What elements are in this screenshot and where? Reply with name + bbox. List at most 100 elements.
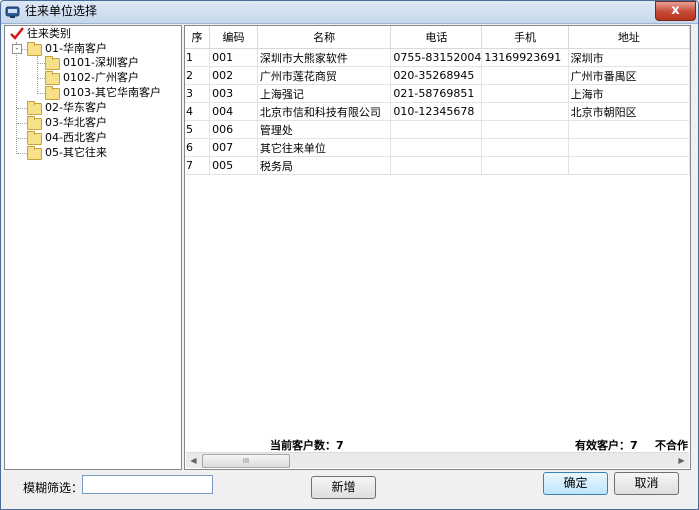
column-header-mobile[interactable]: 手机 xyxy=(481,26,569,49)
tree-connector xyxy=(17,153,27,154)
cell-mobile xyxy=(481,66,569,85)
category-tree[interactable]: 往来类别 - 01-华南客户 0101-深圳客户 0102-广州客户 0103-… xyxy=(4,25,182,470)
title-bar: 往来单位选择 x xyxy=(1,1,698,24)
cell-code: 007 xyxy=(209,138,258,157)
current-count-label: 当前客户数：7 xyxy=(270,439,344,452)
cell-name: 税务局 xyxy=(257,156,392,175)
cell-seq: 1 xyxy=(185,48,211,67)
tree-root[interactable]: 往来类别 xyxy=(27,27,71,41)
tree-connector xyxy=(38,93,45,94)
column-header-address[interactable]: 地址 xyxy=(568,26,690,49)
cell-code: 004 xyxy=(209,102,258,121)
window-title: 往来单位选择 xyxy=(25,4,98,18)
cell-address: 上海市 xyxy=(568,84,690,103)
fuzzy-filter-input[interactable] xyxy=(82,475,213,494)
table-row[interactable]: 4 004 北京市信和科技有限公司 010-12345678 北京市朝阳区 xyxy=(185,102,690,121)
cell-seq: 7 xyxy=(185,156,211,175)
table-row[interactable]: 1 001 深圳市大熊家软件 0755-83152004 13169923691 深圳市 xyxy=(185,48,690,67)
tree-item-northwest[interactable]: 04-西北客户 xyxy=(45,131,107,145)
cell-mobile xyxy=(481,156,569,175)
cell-name: 深圳市大熊家软件 xyxy=(257,48,392,67)
cell-address: 北京市朝阳区 xyxy=(568,102,690,121)
close-button[interactable]: x xyxy=(655,1,696,21)
cell-address xyxy=(568,138,690,157)
tree-item-other-south-china[interactable]: 0103-其它华南客户 xyxy=(63,86,161,100)
column-header-name[interactable]: 名称 xyxy=(257,26,392,49)
cell-phone: 0755-83152004 xyxy=(390,48,483,67)
folder-icon xyxy=(27,131,42,145)
collapse-expander-icon[interactable]: - xyxy=(12,44,22,54)
tree-connector xyxy=(17,123,27,124)
horizontal-scrollbar[interactable]: ◀ III ▶ xyxy=(186,452,689,468)
column-header-phone[interactable]: 电话 xyxy=(390,26,483,49)
cell-code: 003 xyxy=(209,84,258,103)
cell-mobile xyxy=(481,102,569,121)
cell-seq: 3 xyxy=(185,84,211,103)
cell-name: 北京市信和科技有限公司 xyxy=(257,102,392,121)
scroll-thumb[interactable]: III xyxy=(202,454,290,468)
customer-select-dialog: 往来单位选择 x 往来类别 - 01-华南客户 0101-深圳客户 0102-广… xyxy=(0,0,699,510)
filter-label: 模糊筛选： xyxy=(23,481,84,495)
cell-mobile: 13169923691 xyxy=(481,48,569,67)
folder-icon xyxy=(45,86,60,100)
table-row[interactable]: 6 007 其它往来单位 xyxy=(185,138,690,157)
folder-icon xyxy=(45,56,60,70)
folder-icon xyxy=(27,42,42,56)
customer-grid[interactable]: 序 编码 名称 电话 手机 地址 1 001 深圳市大熊家软件 0755-831520… xyxy=(184,25,691,470)
tree-item-east-china[interactable]: 02-华东客户 xyxy=(45,101,107,115)
customer-table: 序 编码 名称 电话 手机 地址 1 001 深圳市大熊家软件 0755-831520… xyxy=(185,26,690,175)
cell-seq: 2 xyxy=(185,66,211,85)
cell-phone xyxy=(390,120,483,139)
tree-connector xyxy=(17,138,27,139)
tree-connector xyxy=(17,108,27,109)
cell-code: 002 xyxy=(209,66,258,85)
ok-button[interactable]: 确定 xyxy=(543,472,608,495)
table-row[interactable]: 3 003 上海强记 021-58769851 上海市 xyxy=(185,84,690,103)
cell-mobile xyxy=(481,120,569,139)
tree-item-south-china[interactable]: 01-华南客户 xyxy=(45,42,107,56)
cell-code: 005 xyxy=(209,156,258,175)
cell-phone xyxy=(390,138,483,157)
cell-name: 上海强记 xyxy=(257,84,392,103)
valid-count-label: 有效客户：7 xyxy=(575,439,638,452)
column-header-seq[interactable]: 序 xyxy=(185,26,211,49)
cell-mobile xyxy=(481,138,569,157)
table-row[interactable]: 7 005 税务局 xyxy=(185,156,690,175)
app-icon xyxy=(5,6,20,18)
scroll-right-icon[interactable]: ▶ xyxy=(674,453,689,468)
table-row[interactable]: 2 002 广州市莲花商贸 020-35268945 广州市番禺区 xyxy=(185,66,690,85)
tree-connector xyxy=(37,56,38,94)
folder-icon xyxy=(27,116,42,130)
cell-phone xyxy=(390,156,483,175)
cell-seq: 4 xyxy=(185,102,211,121)
scroll-left-icon[interactable]: ◀ xyxy=(186,453,201,468)
tree-item-north-china[interactable]: 03-华北客户 xyxy=(45,116,107,130)
cell-name: 广州市莲花商贸 xyxy=(257,66,392,85)
folder-icon xyxy=(27,101,42,115)
cell-phone: 021-58769851 xyxy=(390,84,483,103)
tree-connector xyxy=(38,63,45,64)
table-header-row: 序 编码 名称 电话 手机 地址 xyxy=(185,26,690,49)
folder-icon xyxy=(27,146,42,160)
tree-item-guangzhou[interactable]: 0102-广州客户 xyxy=(63,71,139,85)
cell-seq: 5 xyxy=(185,120,211,139)
tree-item-shenzhen[interactable]: 0101-深圳客户 xyxy=(63,56,139,70)
tree-item-other-contacts[interactable]: 05-其它往来 xyxy=(45,146,107,160)
column-header-code[interactable]: 编码 xyxy=(209,26,258,49)
cell-seq: 6 xyxy=(185,138,211,157)
cell-address xyxy=(568,156,690,175)
table-row[interactable]: 5 006 管理处 xyxy=(185,120,690,139)
cell-address: 深圳市 xyxy=(568,48,690,67)
inactive-count-label: 不合作 xyxy=(655,439,688,452)
cancel-button[interactable]: 取消 xyxy=(614,472,679,495)
cell-phone: 010-12345678 xyxy=(390,102,483,121)
cell-name: 管理处 xyxy=(257,120,392,139)
cell-name: 其它往来单位 xyxy=(257,138,392,157)
cell-address: 广州市番禺区 xyxy=(568,66,690,85)
cell-address xyxy=(568,120,690,139)
cell-mobile xyxy=(481,84,569,103)
tree-connector xyxy=(38,78,45,79)
cell-code: 006 xyxy=(209,120,258,139)
folder-icon xyxy=(45,71,60,85)
add-button[interactable]: 新增 xyxy=(311,476,376,499)
